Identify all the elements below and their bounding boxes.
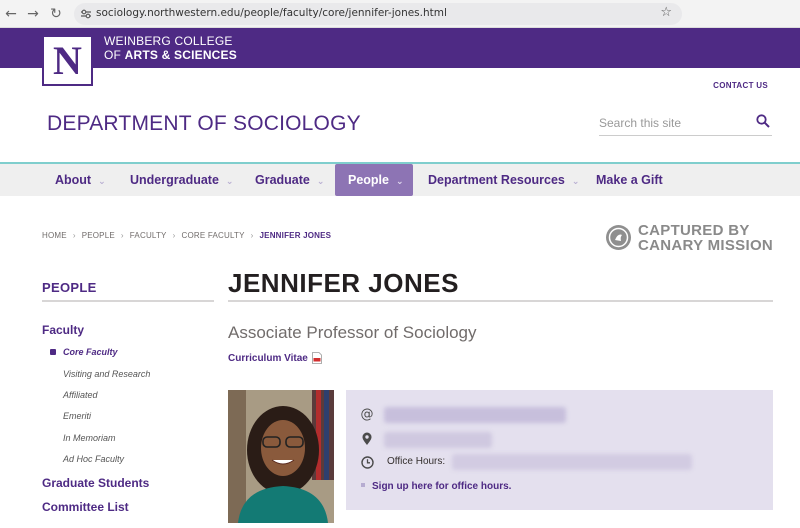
logo-letter: N: [53, 37, 82, 83]
breadcrumb-core-faculty[interactable]: CORE FACULTY: [181, 231, 244, 240]
url-text[interactable]: sociology.northwestern.edu/people/facult…: [96, 7, 447, 19]
nav-department-resources[interactable]: Department Resources ⌄: [428, 164, 579, 196]
contact-us-link[interactable]: CONTACT US: [713, 81, 768, 90]
office-location-redacted: [384, 432, 492, 448]
search-icon[interactable]: [756, 114, 770, 128]
office-hours-label: Office Hours:: [387, 456, 446, 467]
sidebar-title[interactable]: PEOPLE: [42, 280, 97, 295]
sidebar-item-visiting-and-research[interactable]: Visiting and Research: [63, 369, 150, 379]
faculty-photo: [228, 390, 334, 523]
location-pin-icon: [360, 432, 374, 446]
breadcrumb-separator: ›: [72, 231, 76, 240]
curriculum-vitae-link[interactable]: Curriculum Vitae: [228, 353, 308, 364]
sidebar-item-ad-hoc-faculty[interactable]: Ad Hoc Faculty: [63, 454, 124, 464]
arrow-right-icon[interactable]: →: [24, 5, 42, 23]
nav-graduate-label: Graduate: [255, 173, 310, 187]
chevron-down-icon: ⌄: [396, 177, 404, 187]
sidebar-item-core-faculty[interactable]: Core Faculty: [63, 347, 118, 357]
watermark-line1: CAPTURED BY: [638, 222, 750, 239]
sidebar-item-graduate-students[interactable]: Graduate Students: [42, 476, 149, 490]
chevron-down-icon: ⌄: [571, 177, 580, 187]
nav-department-resources-label: Department Resources: [428, 173, 565, 187]
breadcrumb-people[interactable]: PEOPLE: [82, 231, 115, 240]
clock-icon: [360, 456, 374, 470]
chevron-down-icon: ⌄: [316, 177, 325, 187]
main-nav: About ⌄ Undergraduate ⌄ Graduate ⌄ People ⌄ …: [0, 162, 800, 196]
sidebar-item-faculty[interactable]: Faculty: [42, 323, 84, 337]
address-bar[interactable]: sociology.northwestern.edu/people/facult…: [74, 3, 682, 25]
breadcrumb-faculty[interactable]: FACULTY: [130, 231, 167, 240]
college-line1: WEINBERG COLLEGE: [104, 34, 233, 48]
nav-graduate[interactable]: Graduate ⌄: [255, 164, 324, 196]
pdf-icon[interactable]: [312, 352, 322, 364]
chevron-down-icon: ⌄: [225, 177, 234, 187]
college-line2: OF ARTS & SCIENCES: [104, 48, 237, 62]
current-bullet-icon: [50, 349, 56, 355]
nav-undergraduate[interactable]: Undergraduate ⌄: [130, 164, 233, 196]
sidebar-item-committee-list[interactable]: Committee List: [42, 500, 129, 514]
name-divider: [228, 300, 773, 302]
canary-bird-icon: [606, 225, 631, 250]
email-redacted: [384, 407, 566, 423]
sidebar-divider: [42, 300, 214, 302]
watermark-line2: CANARY MISSION: [638, 237, 774, 254]
bookmark-star-icon[interactable]: ☆: [660, 5, 672, 20]
breadcrumb-home[interactable]: HOME: [42, 231, 67, 240]
college-name[interactable]: WEINBERG COLLEGE OF ARTS & SCIENCES: [104, 34, 237, 62]
office-hours-redacted: [452, 454, 692, 470]
site-settings-icon[interactable]: [80, 8, 92, 20]
northwestern-logo[interactable]: N: [42, 35, 93, 86]
sidebar-item-emeriti[interactable]: Emeriti: [63, 411, 91, 421]
department-title[interactable]: DEPARTMENT OF SOCIOLOGY: [47, 112, 361, 136]
canary-mission-watermark: CAPTURED BY CANARY MISSION: [606, 223, 776, 255]
arrow-left-icon[interactable]: ←: [2, 5, 20, 23]
faculty-name: JENNIFER JONES: [228, 268, 459, 298]
contact-info-panel: @ Office Hours: Sign up here for office …: [346, 390, 773, 510]
college-line2-bold: ARTS & SCIENCES: [124, 48, 237, 62]
search-field[interactable]: Search this site: [599, 112, 772, 136]
breadcrumb-separator: ›: [172, 231, 176, 240]
breadcrumb: HOME › PEOPLE › FACULTY › CORE FACULTY › JENNIFE…: [42, 231, 331, 240]
sidebar-item-affiliated[interactable]: Affiliated: [63, 390, 98, 400]
breadcrumb-separator: ›: [120, 231, 124, 240]
office-hours-signup-link[interactable]: Sign up here for office hours.: [372, 481, 511, 492]
nav-about-label: About: [55, 173, 92, 187]
nav-people[interactable]: People ⌄: [335, 164, 413, 196]
faculty-title: Associate Professor of Sociology: [228, 323, 477, 342]
nav-make-a-gift[interactable]: Make a Gift: [596, 164, 663, 196]
email-at-icon: @: [360, 407, 374, 422]
reload-icon[interactable]: ↻: [47, 5, 65, 23]
college-line2-prefix: OF: [104, 48, 125, 62]
bullet-square-icon: [361, 483, 365, 487]
chevron-down-icon: ⌄: [98, 177, 106, 187]
browser-toolbar: ← → ↻ sociology.northwestern.edu/people/…: [0, 0, 800, 28]
search-input[interactable]: Search this site: [599, 116, 681, 130]
breadcrumb-separator: ›: [250, 231, 254, 240]
breadcrumb-current: JENNIFER JONES: [259, 231, 332, 240]
nav-about[interactable]: About ⌄: [55, 164, 106, 196]
nav-people-label: People: [348, 173, 389, 187]
nav-undergraduate-label: Undergraduate: [130, 173, 219, 187]
sidebar-item-in-memoriam[interactable]: In Memoriam: [63, 433, 116, 443]
watermark-text: CAPTURED BY CANARY MISSION: [638, 223, 773, 253]
nav-make-a-gift-label: Make a Gift: [596, 173, 663, 187]
